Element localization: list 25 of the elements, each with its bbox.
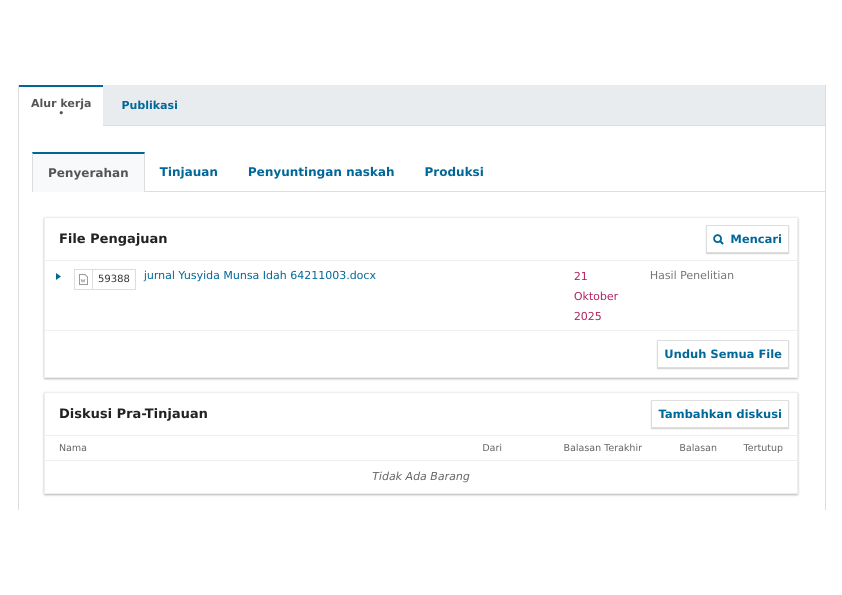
file-id: 59388 (97, 274, 131, 285)
download-all-button[interactable]: Unduh Semua File (657, 340, 789, 368)
tab[interactable]: Penyuntingan naskah (232, 152, 410, 191)
column-header: Balasan (678, 442, 717, 454)
search-icon (713, 234, 724, 244)
expand-toggle[interactable] (56, 273, 62, 280)
panel-title: File Pengajuan (59, 232, 168, 246)
caret-icon (56, 273, 62, 280)
file-link[interactable]: jurnal Yusyida Munsa Idah 64211003.docx (144, 269, 574, 282)
panel-title: Diskusi Pra-Tinjauan (59, 406, 208, 422)
column-header: Dari (481, 442, 502, 454)
tab[interactable]: Produksi (409, 152, 499, 191)
file-type: Hasil Penelitian (650, 269, 734, 282)
tab[interactable]: Tinjauan (144, 152, 233, 191)
empty-message: Tidak Ada Barang (371, 469, 471, 485)
add-discussion-button[interactable]: Tambahkan diskusi (651, 400, 789, 428)
column-header: Tertutup (742, 442, 783, 454)
file-date: 21 Oktober 2025 (574, 269, 620, 325)
tab[interactable]: Alur kerja • (19, 85, 104, 127)
search-button[interactable]: Mencari (706, 225, 789, 253)
tab[interactable]: Penyerahan (32, 152, 145, 192)
document-icon (79, 274, 88, 285)
column-header: Balasan Terakhir (562, 442, 642, 454)
tab[interactable]: Publikasi (103, 85, 196, 126)
column-header: Nama (59, 442, 88, 454)
